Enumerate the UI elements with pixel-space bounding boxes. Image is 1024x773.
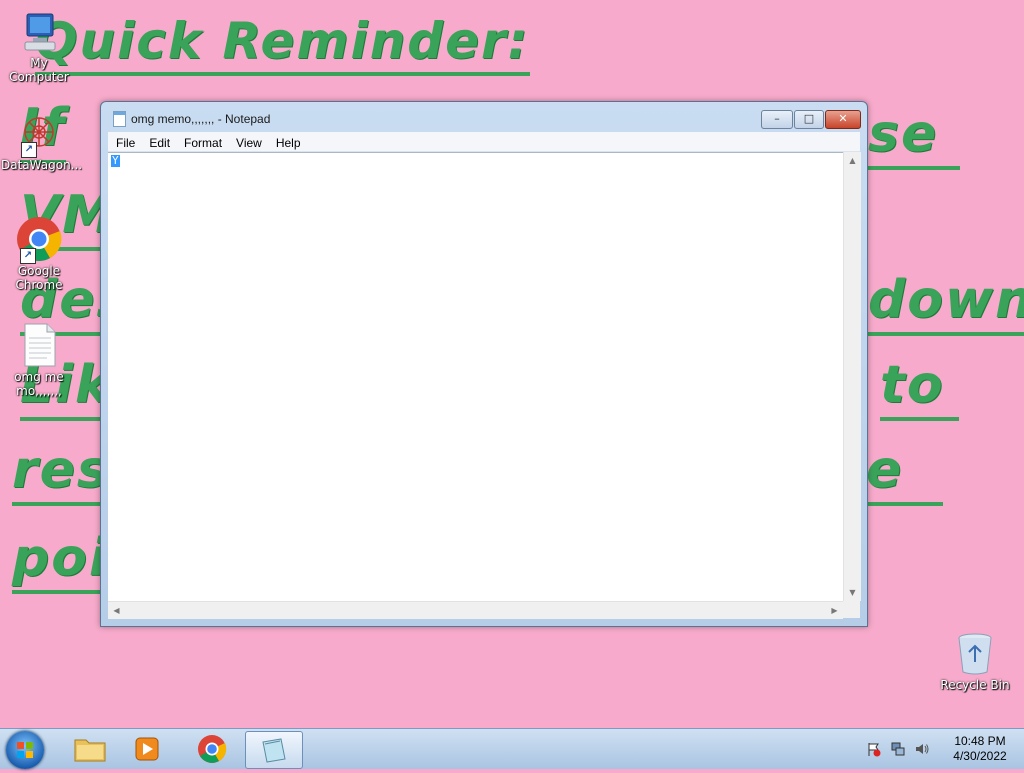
- recycle-bin-icon: [953, 630, 997, 676]
- desktop-icon-label: My Computer: [9, 56, 69, 84]
- desktop-icon-my-computer[interactable]: My Computer: [1, 10, 77, 84]
- wallpaper-text-line: down.: [868, 270, 1024, 336]
- media-player-icon: [135, 737, 159, 761]
- menu-file[interactable]: File: [108, 134, 141, 150]
- datawagon-icon: ↗: [17, 112, 61, 158]
- close-button[interactable]: ✕: [825, 110, 861, 129]
- windows-logo-icon: [17, 742, 33, 758]
- desktop-icon-label: omg memo,,,,,,,: [14, 370, 64, 398]
- chrome-icon: [198, 735, 227, 763]
- wallpaper-text-line: se: [868, 104, 961, 170]
- notepad-icon: [113, 111, 126, 127]
- vertical-scrollbar[interactable]: ▲ ▼: [843, 152, 861, 601]
- volume-icon[interactable]: [914, 741, 930, 757]
- menu-bar: File Edit Format View Help: [108, 132, 860, 152]
- desktop-icon-google-chrome[interactable]: ↗ Google Chrome: [1, 216, 77, 292]
- wallpaper-text-line: Quick Reminder:: [35, 12, 530, 76]
- desktop-icon-datawagon[interactable]: ↗ DataWagon...: [1, 112, 83, 172]
- shortcut-arrow-icon: ↗: [20, 248, 36, 264]
- scroll-down-icon[interactable]: ▼: [844, 584, 861, 601]
- taskbar-media-player-button[interactable]: [120, 731, 176, 767]
- chrome-icon: ↗: [16, 216, 62, 264]
- shortcut-arrow-icon: ↗: [21, 142, 37, 158]
- wallpaper-text-line: e: [866, 440, 944, 506]
- text-file-icon: [17, 322, 61, 368]
- desktop-icon-label: DataWagon...: [1, 158, 83, 172]
- desktop-icon-label: Recycle Bin: [940, 678, 1010, 692]
- wallpaper-text-line: res: [12, 440, 110, 506]
- clock-time: 10:48 PM: [954, 734, 1006, 748]
- wallpaper-text-line: poi: [12, 528, 109, 594]
- menu-view[interactable]: View: [228, 134, 268, 150]
- title-bar[interactable]: omg memo,,,,,,, - Notepad – □ ✕: [101, 102, 867, 132]
- desktop-icon-recycle-bin[interactable]: Recycle Bin: [937, 630, 1013, 692]
- scroll-right-icon[interactable]: ▶: [826, 602, 843, 619]
- notepad-window: omg memo,,,,,,, - Notepad – □ ✕ File Edit…: [100, 101, 868, 627]
- wallpaper-text-line: to: [880, 355, 959, 421]
- resize-grip[interactable]: [843, 601, 860, 618]
- network-icon[interactable]: [890, 741, 906, 757]
- desktop-icon-label: Google Chrome: [15, 264, 63, 292]
- start-button[interactable]: [6, 731, 44, 769]
- taskbar-notepad-button[interactable]: [245, 731, 303, 769]
- system-tray: 10:48 PM 4/30/2022: [862, 729, 1024, 769]
- notepad-icon: [262, 738, 286, 763]
- menu-format[interactable]: Format: [176, 134, 228, 150]
- text-editor-area[interactable]: Y: [108, 152, 843, 602]
- selected-text: Y: [111, 154, 120, 167]
- taskbar-explorer-button[interactable]: [62, 731, 118, 767]
- scroll-up-icon[interactable]: ▲: [844, 152, 861, 169]
- horizontal-scrollbar[interactable]: ◀ ▶: [108, 601, 843, 619]
- scroll-left-icon[interactable]: ◀: [108, 602, 125, 619]
- window-title: omg memo,,,,,,, - Notepad: [131, 112, 271, 126]
- taskbar-chrome-button[interactable]: [184, 731, 240, 767]
- maximize-button[interactable]: □: [794, 110, 824, 129]
- taskbar: 10:48 PM 4/30/2022: [0, 728, 1024, 769]
- menu-edit[interactable]: Edit: [141, 134, 176, 150]
- clock-date: 4/30/2022: [953, 749, 1007, 763]
- action-center-flag-icon[interactable]: [866, 741, 882, 757]
- desktop-icon-omg-memo[interactable]: omg memo,,,,,,,: [1, 322, 77, 398]
- minimize-button[interactable]: –: [761, 110, 793, 129]
- menu-help[interactable]: Help: [268, 134, 307, 150]
- computer-icon: [17, 10, 61, 54]
- clock[interactable]: 10:48 PM 4/30/2022: [942, 734, 1018, 764]
- folder-icon: [74, 739, 106, 762]
